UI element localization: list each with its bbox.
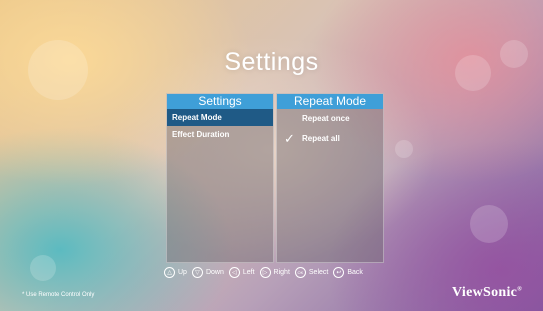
repeat-mode-header: Repeat Mode <box>277 94 383 109</box>
hint-label: Up <box>178 268 187 276</box>
brand-name: ViewSonic <box>452 285 518 300</box>
down-arrow-icon: ▽ <box>191 266 203 278</box>
background-bokeh <box>30 255 56 281</box>
menu-item-effect-duration[interactable]: Effect Duration <box>167 126 273 143</box>
hint-label: Left <box>242 268 255 276</box>
hint-label: Select <box>308 268 329 276</box>
option-repeat-once[interactable]: Repeat once <box>277 109 383 129</box>
hint-down: ▽ Down <box>191 266 224 278</box>
viewsonic-logo: ViewSonic® <box>452 285 522 301</box>
up-arrow-icon: △ <box>164 266 175 278</box>
repeat-mode-panel: Repeat Mode Repeat once ✓ Repeat all <box>276 93 384 263</box>
settings-menu-header: Settings <box>167 94 273 109</box>
remote-hints-bar: △ Up ▽ Down ◁ Left ▷ Right OK Select ↩ B… <box>164 265 368 279</box>
remote-control-note: * Use Remote Control Only <box>22 292 95 298</box>
back-icon: ↩ <box>333 266 345 278</box>
hint-up: △ Up <box>164 266 187 278</box>
option-repeat-all[interactable]: ✓ Repeat all <box>277 129 383 149</box>
menu-item-repeat-mode[interactable]: Repeat Mode <box>167 109 273 126</box>
checkmark-icon: ✓ <box>284 131 295 146</box>
hint-select: OK Select <box>294 266 329 278</box>
hint-label: Down <box>205 268 224 276</box>
registered-mark: ® <box>517 286 522 293</box>
background-bokeh <box>395 140 413 158</box>
hint-right: ▷ Right <box>259 266 290 278</box>
hint-left: ◁ Left <box>228 266 255 278</box>
option-label: Repeat all <box>302 134 340 143</box>
right-arrow-icon: ▷ <box>259 266 271 278</box>
option-label: Repeat once <box>302 114 350 123</box>
background-bokeh <box>470 205 508 243</box>
settings-menu-panel: Settings Repeat Mode Effect Duration <box>166 93 274 263</box>
hint-label: Right <box>273 268 290 276</box>
ok-icon: OK <box>294 266 306 278</box>
page-title: Settings <box>224 48 319 76</box>
hint-label: Back <box>347 268 363 276</box>
hint-back: ↩ Back <box>333 266 363 278</box>
left-arrow-icon: ◁ <box>228 266 240 278</box>
